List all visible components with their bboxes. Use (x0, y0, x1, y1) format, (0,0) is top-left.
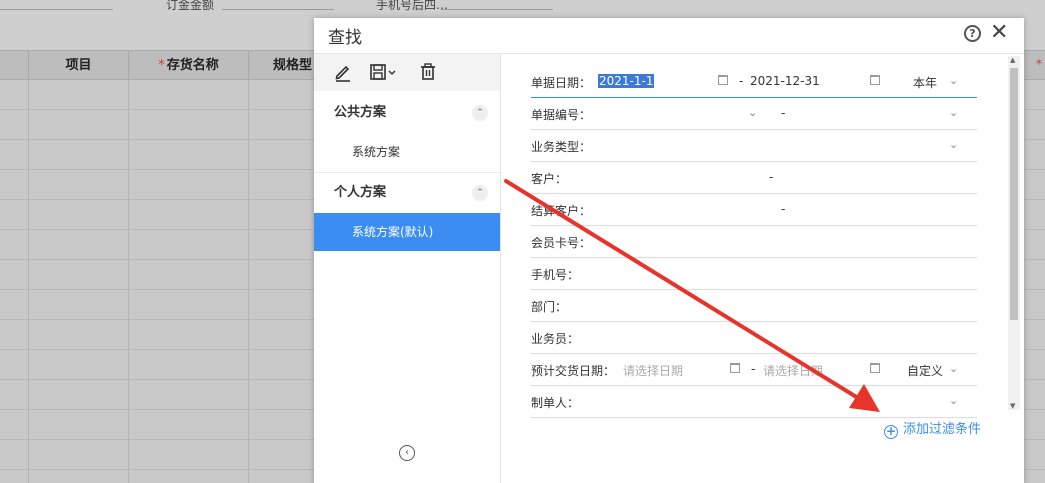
arrow-head (849, 384, 880, 412)
arrow-shaft (504, 179, 860, 400)
annotation-arrow (504, 179, 880, 412)
